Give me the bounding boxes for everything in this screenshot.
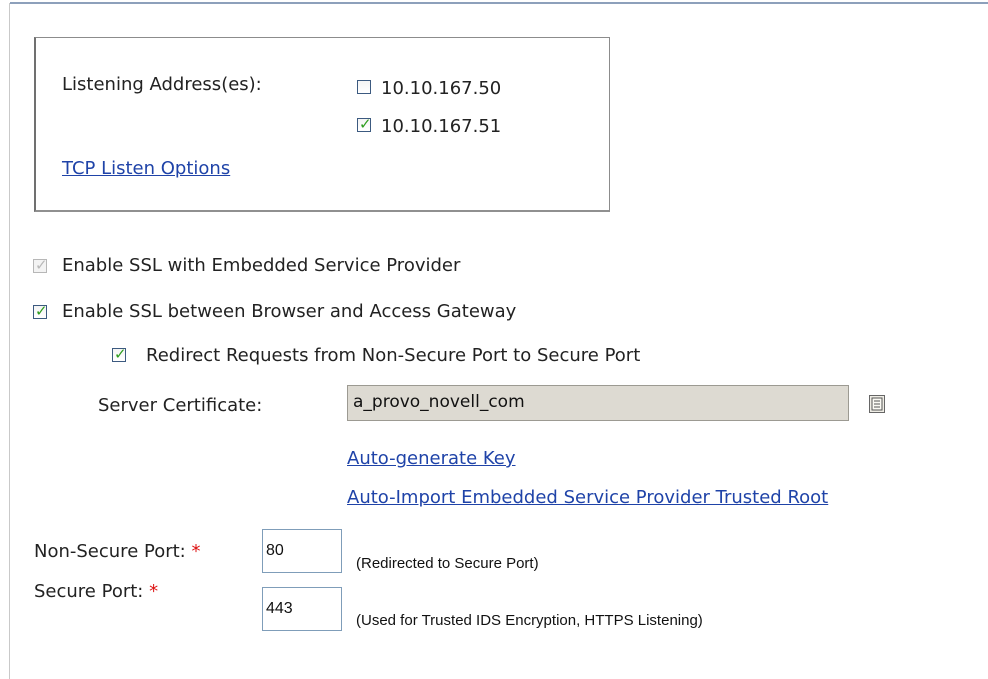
non-secure-port-note: (Redirected to Secure Port) (356, 555, 539, 572)
secure-port-note: (Used for Trusted IDS Encryption, HTTPS … (356, 612, 703, 629)
listening-address-label: Listening Address(es): (62, 74, 262, 95)
redirect-label: Redirect Requests from Non-Secure Port t… (146, 345, 641, 366)
checkmark-icon: ✓ (359, 115, 372, 133)
server-certificate-label: Server Certificate: (98, 395, 263, 416)
secure-port-input[interactable] (262, 587, 342, 631)
ssl-browser-gateway-checkbox[interactable]: ✓ (33, 302, 48, 320)
secure-port-label-text: Secure Port: (34, 581, 144, 602)
left-divider (9, 3, 10, 679)
ssl-embedded-checkbox: ✓ (33, 256, 48, 274)
tcp-listen-options-link[interactable]: TCP Listen Options (62, 158, 230, 179)
required-marker: * (149, 581, 159, 602)
listening-address-panel (34, 37, 610, 212)
server-certificate-field[interactable]: a_provo_novell_com (347, 385, 849, 421)
address-1-label: 10.10.167.50 (381, 78, 502, 99)
top-divider (10, 2, 988, 4)
redirect-checkbox[interactable]: ✓ (112, 345, 127, 363)
required-marker: * (191, 541, 201, 562)
non-secure-port-label-text: Non-Secure Port: (34, 541, 186, 562)
address-2-label: 10.10.167.51 (381, 116, 502, 137)
non-secure-port-label: Non-Secure Port: * (34, 541, 200, 562)
auto-generate-key-link[interactable]: Auto-generate Key (347, 448, 516, 469)
non-secure-port-input[interactable] (262, 529, 342, 573)
auto-import-trusted-root-link[interactable]: Auto-Import Embedded Service Provider Tr… (347, 487, 828, 508)
ssl-browser-gateway-label: Enable SSL between Browser and Access Ga… (62, 301, 517, 322)
ssl-embedded-label: Enable SSL with Embedded Service Provide… (62, 255, 461, 276)
certificate-browse-icon[interactable] (869, 395, 885, 413)
secure-port-label: Secure Port: * (34, 581, 158, 602)
address-checkbox-1[interactable] (357, 80, 371, 94)
checkmark-icon: ✓ (35, 256, 48, 274)
checkmark-icon: ✓ (114, 345, 127, 363)
checkmark-icon: ✓ (35, 302, 48, 320)
address-checkbox-2[interactable]: ✓ (357, 115, 372, 133)
